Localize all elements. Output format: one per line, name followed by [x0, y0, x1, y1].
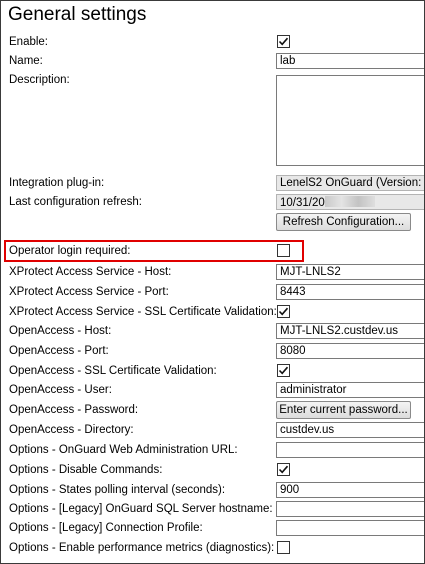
checkmark-icon	[278, 37, 289, 46]
panel-title: General settings	[8, 4, 147, 25]
description-label: Description:	[9, 74, 70, 86]
row-disable-commands: Options - Disable Commands:	[1, 461, 424, 481]
xas-port-field[interactable]: 8443	[276, 284, 424, 300]
oa-directory-label: OpenAccess - Directory:	[9, 424, 134, 436]
sql-host-label: Options - [Legacy] OnGuard SQL Server ho…	[9, 503, 273, 515]
row-web-url: Options - OnGuard Web Administration URL…	[1, 441, 424, 461]
enable-checkbox[interactable]	[277, 35, 290, 48]
row-perf-metrics: Options - Enable performance metrics (di…	[1, 539, 424, 559]
perf-metrics-label: Options - Enable performance metrics (di…	[9, 542, 275, 554]
row-refresh: Refresh Configuration...	[1, 213, 424, 233]
disable-commands-checkbox[interactable]	[277, 463, 290, 476]
perf-metrics-checkbox[interactable]	[277, 541, 290, 554]
disable-commands-label: Options - Disable Commands:	[9, 464, 163, 476]
checkmark-icon	[278, 465, 289, 474]
oa-host-field[interactable]: MJT-LNLS2.custdev.us	[276, 323, 424, 339]
description-field[interactable]	[276, 75, 424, 166]
row-conn-profile: Options - [Legacy] Connection Profile:	[1, 519, 424, 539]
row-integration-plugin: Integration plug-in: LenelS2 OnGuard (Ve…	[1, 174, 424, 194]
oa-user-field[interactable]: administrator	[276, 382, 424, 398]
refresh-configuration-button[interactable]: Refresh Configuration...	[276, 213, 411, 231]
row-oa-port: OpenAccess - Port: 8080	[1, 342, 424, 362]
oa-ssl-label: OpenAccess - SSL Certificate Validation:	[9, 365, 217, 377]
name-label: Name:	[9, 55, 43, 67]
row-oa-user: OpenAccess - User: administrator	[1, 381, 424, 401]
conn-profile-field[interactable]	[276, 520, 424, 536]
oa-port-label: OpenAccess - Port:	[9, 345, 109, 357]
enable-label: Enable:	[9, 36, 49, 48]
polling-label: Options - States polling interval (secon…	[9, 484, 226, 496]
row-last-refresh: Last configuration refresh: 10/31/20	[1, 193, 424, 213]
row-oa-directory: OpenAccess - Directory: custdev.us	[1, 421, 424, 441]
row-xas-ssl: XProtect Access Service - SSL Certificat…	[1, 303, 424, 323]
xas-port-label: XProtect Access Service - Port:	[9, 286, 169, 298]
row-oa-password: OpenAccess - Password: Enter current pas…	[1, 401, 424, 421]
oa-port-field[interactable]: 8080	[276, 343, 424, 359]
web-url-label: Options - OnGuard Web Administration URL…	[9, 444, 238, 456]
last-refresh-value: 10/31/20	[280, 197, 325, 209]
row-enable: Enable:	[1, 33, 424, 53]
oa-host-label: OpenAccess - Host:	[9, 325, 112, 337]
row-polling: Options - States polling interval (secon…	[1, 481, 424, 501]
web-url-field[interactable]	[276, 442, 424, 458]
xas-ssl-checkbox[interactable]	[277, 305, 290, 318]
last-refresh-field: 10/31/20	[276, 194, 424, 210]
oa-directory-field[interactable]: custdev.us	[276, 422, 424, 438]
xas-host-label: XProtect Access Service - Host:	[9, 266, 172, 278]
general-settings-panel: General settings Enable: Name: lab Descr…	[0, 0, 425, 564]
row-oa-ssl: OpenAccess - SSL Certificate Validation:	[1, 362, 424, 382]
checkmark-icon	[278, 366, 289, 375]
xas-host-field[interactable]: MJT-LNLS2	[276, 264, 424, 280]
checkmark-icon	[278, 307, 289, 316]
redacted-blur	[324, 196, 375, 207]
row-sql-host: Options - [Legacy] OnGuard SQL Server ho…	[1, 500, 424, 520]
integration-plugin-label: Integration plug-in:	[9, 177, 105, 189]
oa-password-label: OpenAccess - Password:	[9, 404, 139, 416]
row-xas-host: XProtect Access Service - Host: MJT-LNLS…	[1, 263, 424, 283]
highlight-box	[4, 240, 304, 262]
oa-user-label: OpenAccess - User:	[9, 384, 112, 396]
xas-ssl-label: XProtect Access Service - SSL Certificat…	[9, 306, 277, 318]
row-name: Name: lab	[1, 52, 424, 72]
enter-password-button[interactable]: Enter current password...	[276, 401, 411, 419]
polling-field[interactable]: 900	[276, 482, 424, 498]
row-xas-port: XProtect Access Service - Port: 8443	[1, 283, 424, 303]
row-oa-host: OpenAccess - Host: MJT-LNLS2.custdev.us	[1, 322, 424, 342]
last-refresh-label: Last configuration refresh:	[9, 196, 142, 208]
conn-profile-label: Options - [Legacy] Connection Profile:	[9, 522, 203, 534]
oa-ssl-checkbox[interactable]	[277, 364, 290, 377]
name-field[interactable]: lab	[276, 53, 424, 69]
sql-host-field[interactable]	[276, 501, 424, 517]
integration-plugin-field: LenelS2 OnGuard (Version: 4	[276, 175, 424, 191]
